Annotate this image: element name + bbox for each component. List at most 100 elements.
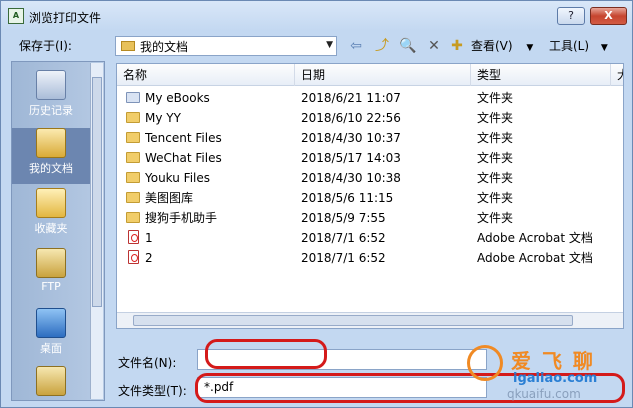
- back-icon[interactable]: ⇦: [347, 37, 365, 55]
- new-folder-icon[interactable]: ✚: [448, 37, 466, 55]
- my-documents-icon: [36, 128, 66, 158]
- file-date: 2018/7/1 6:52: [301, 251, 386, 265]
- place-ftp[interactable]: FTP: [12, 248, 90, 304]
- pdf-file-icon: [128, 230, 139, 244]
- ftp-icon: [36, 248, 66, 278]
- file-name: 1: [145, 231, 153, 245]
- place-label: 我的文档: [29, 162, 73, 175]
- search-icon[interactable]: 🔍: [399, 37, 417, 55]
- place-label: FTP: [41, 280, 61, 293]
- scrollbar-thumb[interactable]: [133, 315, 573, 326]
- close-button[interactable]: X: [590, 7, 627, 25]
- tools-menu-label: 工具(L): [549, 39, 590, 53]
- file-type: 文件夹: [477, 191, 514, 205]
- ebooks-folder-icon: [126, 92, 140, 103]
- place-my-documents[interactable]: 我的文档: [12, 128, 90, 184]
- save-in-label: 保存于(I):: [19, 39, 72, 53]
- place-favorites[interactable]: 收藏夹: [12, 188, 90, 244]
- file-name: My YY: [145, 111, 181, 125]
- file-row[interactable]: My YY 2018/6/10 22:56 文件夹: [117, 108, 623, 128]
- scrollbar-thumb[interactable]: [92, 77, 102, 307]
- folder-icon: [126, 192, 140, 203]
- column-header-date[interactable]: 日期: [295, 64, 471, 86]
- title-bar: A 浏览打印文件 ? X: [1, 1, 632, 31]
- filetype-label: 文件类型(T):: [118, 384, 187, 398]
- current-folder-text: 我的文档: [140, 39, 189, 54]
- up-folder-icon[interactable]: ⤴: [373, 37, 391, 55]
- watermark-url-2: qkuaifu.com: [507, 387, 581, 401]
- file-type: 文件夹: [477, 131, 514, 145]
- chevron-down-icon: ▼: [326, 40, 333, 50]
- file-type: 文件夹: [477, 211, 514, 225]
- file-date: 2018/4/30 10:37: [301, 131, 401, 145]
- place-label: 收藏夹: [34, 222, 68, 235]
- watermark: 爱 飞 聊 igaliao.com qkuaifu.com: [467, 345, 627, 403]
- folder-icon: [126, 112, 140, 123]
- file-row[interactable]: 美图图库 2018/5/6 11:15 文件夹: [117, 188, 623, 208]
- filetype-combo[interactable]: *.pdf: [197, 377, 487, 398]
- folder-icon: [121, 41, 135, 51]
- pdf-file-icon: [128, 250, 139, 264]
- place-label: 桌面: [40, 342, 62, 355]
- file-type: Adobe Acrobat 文档: [477, 251, 593, 265]
- file-name: Tencent Files: [145, 131, 222, 145]
- desktop-icon: [36, 308, 66, 338]
- horizontal-scrollbar[interactable]: [117, 312, 623, 328]
- file-row[interactable]: WeChat Files 2018/5/17 14:03 文件夹: [117, 148, 623, 168]
- file-date: 2018/5/17 14:03: [301, 151, 401, 165]
- file-type: 文件夹: [477, 111, 514, 125]
- file-date: 2018/6/21 11:07: [301, 91, 401, 105]
- file-name: 美图图库: [145, 191, 194, 205]
- file-row[interactable]: 搜狗手机助手 2018/5/9 7:55 文件夹: [117, 208, 623, 228]
- file-row[interactable]: Tencent Files 2018/4/30 10:37 文件夹: [117, 128, 623, 148]
- file-name: WeChat Files: [145, 151, 222, 165]
- chevron-down-icon: ▼: [600, 43, 608, 53]
- favorites-icon: [36, 188, 66, 218]
- save-in-combo[interactable]: 我的文档 ▼: [115, 36, 337, 56]
- chevron-down-icon: ▼: [526, 43, 534, 53]
- view-menu-button[interactable]: 查看(V) ▼: [471, 37, 533, 54]
- print-file-dialog: A 浏览打印文件 ? X 保存于(I): 我的文档 ▼ ⇦ ⤴ 🔍 ✕ ✚ 查看…: [0, 0, 633, 408]
- place-history[interactable]: 历史记录: [12, 70, 90, 126]
- folder-icon: [126, 212, 140, 223]
- history-icon: [36, 70, 66, 100]
- file-name: Youku Files: [145, 171, 211, 185]
- filename-label: 文件名(N):: [118, 356, 177, 370]
- file-row[interactable]: 1 2018/7/1 6:52 Adobe Acrobat 文档: [117, 228, 623, 248]
- file-date: 2018/6/10 22:56: [301, 111, 401, 125]
- file-type: 文件夹: [477, 171, 514, 185]
- file-name: 2: [145, 251, 153, 265]
- file-name: 搜狗手机助手: [145, 211, 218, 225]
- folder-icon: [126, 132, 140, 143]
- file-row[interactable]: My eBooks 2018/6/21 11:07 文件夹: [117, 88, 623, 108]
- watermark-text: 爱 飞 聊: [511, 349, 595, 373]
- file-list[interactable]: 名称 日期 类型 大 My eBooks 2018/6/21 11:07 文件夹…: [116, 63, 624, 329]
- help-button[interactable]: ?: [557, 7, 585, 25]
- watermark-url: igaliao.com: [513, 371, 598, 386]
- column-header-type[interactable]: 类型: [471, 64, 611, 86]
- folder-icon: [36, 366, 66, 396]
- place-label: 历史记录: [29, 104, 73, 117]
- file-row[interactable]: Youku Files 2018/4/30 10:38 文件夹: [117, 168, 623, 188]
- list-header: 名称 日期 类型 大: [117, 64, 623, 86]
- file-date: 2018/7/1 6:52: [301, 231, 386, 245]
- file-type: 文件夹: [477, 91, 514, 105]
- place-more[interactable]: [12, 366, 90, 400]
- tools-menu-button[interactable]: 工具(L) ▼: [549, 37, 608, 54]
- view-menu-label: 查看(V): [471, 39, 513, 53]
- column-header-size[interactable]: 大: [611, 64, 623, 86]
- file-date: 2018/5/9 7:55: [301, 211, 386, 225]
- column-header-name[interactable]: 名称: [117, 64, 295, 86]
- file-date: 2018/5/6 11:15: [301, 191, 394, 205]
- places-scrollbar[interactable]: [90, 63, 103, 399]
- place-desktop[interactable]: 桌面: [12, 308, 90, 364]
- file-type: Adobe Acrobat 文档: [477, 231, 593, 245]
- folder-icon: [126, 172, 140, 183]
- app-icon: A: [8, 8, 24, 24]
- file-date: 2018/4/30 10:38: [301, 171, 401, 185]
- filename-input[interactable]: [197, 349, 487, 370]
- file-name: My eBooks: [145, 91, 210, 105]
- delete-icon[interactable]: ✕: [425, 37, 443, 55]
- folder-icon: [126, 152, 140, 163]
- file-row[interactable]: 2 2018/7/1 6:52 Adobe Acrobat 文档: [117, 248, 623, 268]
